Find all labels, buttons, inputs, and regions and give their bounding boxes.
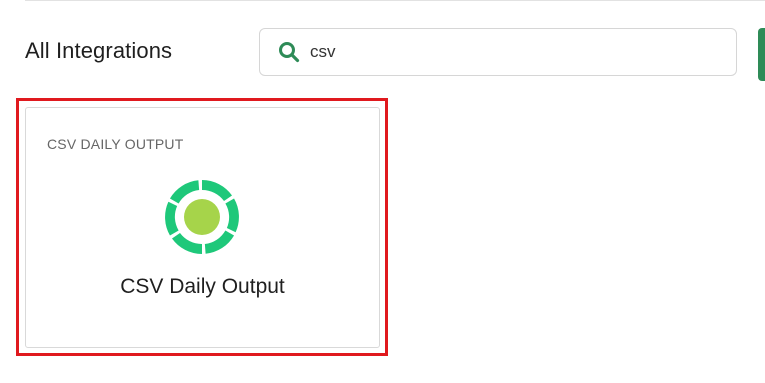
search-icon <box>276 39 302 65</box>
search-input[interactable] <box>310 42 710 62</box>
integration-card[interactable]: CSV DAILY OUTPUT CSV Daily Output <box>25 107 380 348</box>
add-integration-button[interactable] <box>758 28 765 81</box>
csv-daily-output-logo-icon <box>163 178 241 256</box>
card-eyebrow: CSV DAILY OUTPUT <box>47 136 184 152</box>
integrations-page: All Integrations CSV DAILY OUTPUT <box>0 0 765 383</box>
top-divider <box>25 0 765 1</box>
search-box[interactable] <box>259 28 737 76</box>
card-title: CSV Daily Output <box>120 275 285 298</box>
page-title: All Integrations <box>25 38 173 63</box>
